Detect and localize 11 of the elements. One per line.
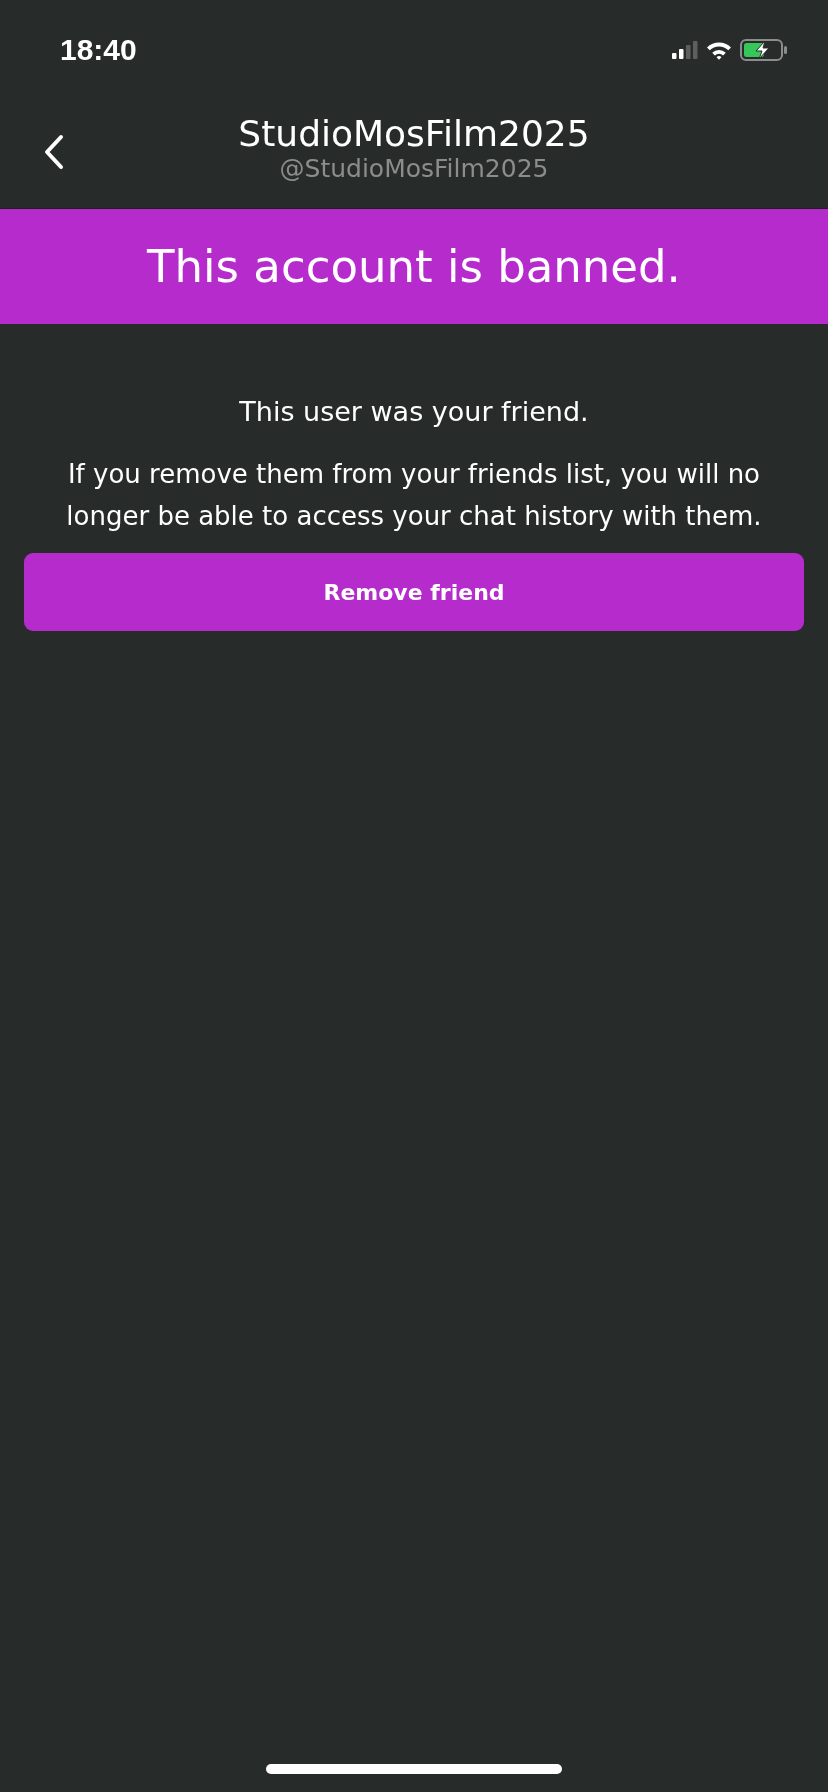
remove-warning: If you remove them from your friends list, you will no longer be able to access your chat history with them. xyxy=(65,458,763,533)
wifi-icon xyxy=(706,40,732,60)
chevron-left-icon xyxy=(44,134,64,170)
signal-icon xyxy=(672,41,698,59)
status-time: 18:40 xyxy=(60,33,137,67)
profile-handle: @StudioMosFilm2025 xyxy=(279,154,549,183)
remove-friend-button[interactable]: Remove friend xyxy=(24,553,804,631)
friend-notice: This user was your friend. xyxy=(239,396,589,427)
battery-charging-icon xyxy=(740,39,788,61)
profile-name: StudioMosFilm2025 xyxy=(238,113,590,154)
banned-banner: This account is banned. xyxy=(0,209,828,324)
